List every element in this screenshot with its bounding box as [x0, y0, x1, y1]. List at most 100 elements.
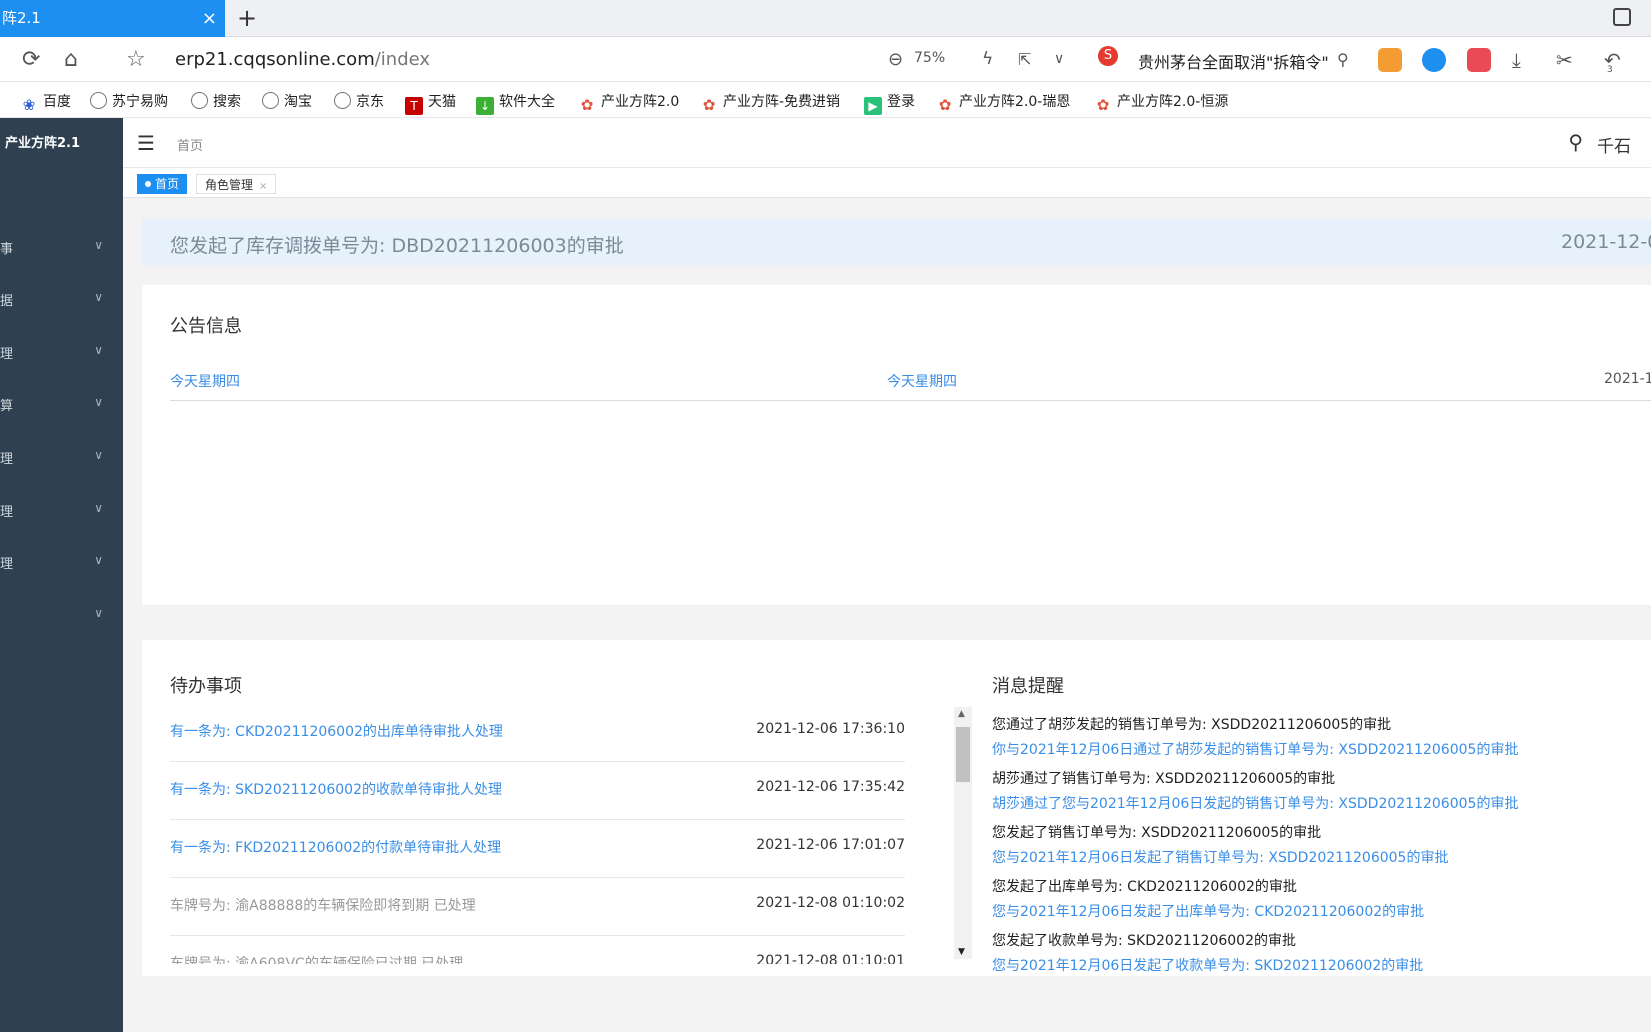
scissors-icon[interactable]: ✂ [1556, 48, 1573, 72]
red-extension-icon[interactable] [1467, 48, 1491, 72]
close-icon[interactable]: × [202, 0, 217, 37]
download-green-icon: ↓ [476, 97, 494, 115]
sidebar-item-4[interactable]: 算 ∨ [0, 395, 123, 419]
announcement-title: 公告信息 [170, 316, 242, 337]
sidebar-item-3[interactable]: 理 ∨ [0, 343, 123, 367]
breadcrumb[interactable]: 首页 [177, 135, 203, 154]
reload-icon[interactable]: ⟳ [22, 47, 40, 72]
sidebar-item-2[interactable]: 据 ∨ [0, 290, 123, 314]
bookmark-cyfz-free[interactable]: ✿ 产业方阵-免费进销 [700, 91, 850, 114]
bookmarks-bar: ❀ 百度 苏宁易购 搜索 淘宝 京东 T 天猫 ↓ 软件大全 ✿ 产业方阵2.0 ✿ 产业… [0, 82, 1651, 118]
download-icon[interactable]: ⤓ [1512, 48, 1521, 72]
chevron-down-icon: ∨ [94, 290, 103, 304]
list-item[interactable]: 您通过了胡莎发起的销售订单号为: XSDD20211206005的审批 你与20… [992, 714, 1518, 759]
infinity-icon[interactable] [1422, 48, 1446, 72]
share-icon[interactable]: ⇱ [1018, 50, 1031, 69]
home-icon[interactable]: ⌂ [64, 47, 78, 72]
bookmark-baidu[interactable]: ❀ 百度 [20, 91, 71, 114]
search-icon[interactable]: ⚲ [1337, 50, 1349, 69]
todo-date: 2021-12-08 01:10:02 [756, 895, 905, 911]
scroll-thumb[interactable] [956, 727, 970, 782]
message-detail[interactable]: 您与2021年12月06日发起了收款单号为: SKD20211206002的审批 [992, 955, 1423, 975]
globe-icon [262, 92, 279, 109]
browser-tab-title: 阵2.1 [2, 9, 41, 27]
list-item[interactable]: 您发起了收款单号为: SKD20211206002的审批 您与2021年12月0… [992, 930, 1423, 975]
gear-red-icon: ✿ [938, 96, 952, 114]
sidebar-item-1[interactable]: 事 ∨ [0, 238, 123, 262]
message-detail[interactable]: 您与2021年12月06日发起了销售订单号为: XSDD20211206005的… [992, 847, 1448, 867]
message-summary: 您发起了销售订单号为: XSDD20211206005的审批 [992, 825, 1322, 841]
sidebar-item-6[interactable]: 理 ∨ [0, 501, 123, 525]
bookmark-cyfz20[interactable]: ✿ 产业方阵2.0 [578, 91, 680, 114]
bookmark-suning[interactable]: 苏宁易购 [90, 91, 168, 111]
gear-red-icon: ✿ [580, 96, 594, 114]
message-detail[interactable]: 您与2021年12月06日发起了出库单号为: CKD20211206002的审批 [992, 901, 1424, 921]
list-item[interactable]: 您发起了出库单号为: CKD20211206002的审批 您与2021年12月0… [992, 876, 1424, 921]
bookmark-taobao[interactable]: 淘宝 [262, 91, 312, 111]
table-row[interactable]: 车牌号为: 渝A608VC的车辆保险已过期 已处理 2021-12-08 01:… [170, 936, 905, 964]
chevron-down-icon[interactable]: ∨ [1054, 51, 1064, 67]
message-detail[interactable]: 胡莎通过了您与2021年12月06日发起的销售订单号为: XSDD2021120… [992, 793, 1518, 813]
user-name[interactable]: 千石 [1597, 132, 1631, 157]
notice-text: 您发起了库存调拨单号为: DBD20211206003的审批 [170, 235, 624, 257]
menu-toggle-icon[interactable]: ☰ [137, 131, 155, 155]
globe-icon [90, 92, 107, 109]
announcement-link[interactable]: 今天星期四 [887, 371, 957, 391]
browser-tab-active[interactable]: 阵2.1 × [0, 0, 225, 37]
bookmark-tmall[interactable]: T 天猫 [405, 91, 456, 115]
star-icon[interactable]: ☆ [126, 47, 146, 72]
todo-date: 2021-12-06 17:01:07 [756, 837, 905, 853]
chevron-down-icon: ∨ [94, 606, 103, 620]
zoom-icon[interactable]: ⊖ [888, 49, 903, 70]
tab-role-management[interactable]: 角色管理 × [196, 174, 277, 194]
bookmark-search[interactable]: 搜索 [191, 91, 241, 111]
todo-date: 2021-12-08 01:10:01 [756, 953, 905, 964]
message-detail[interactable]: 你与2021年12月06日通过了胡莎发起的销售订单号为: XSDD2021120… [992, 739, 1518, 759]
page-tabs: 首页 角色管理 × [123, 168, 1651, 198]
skin-icon[interactable] [1613, 8, 1631, 26]
url-field[interactable]: erp21.cqqsonline.com/index [175, 49, 430, 70]
sidebar-item-7[interactable]: 理 ∨ [0, 553, 123, 577]
table-row[interactable]: 有一条为: SKD20211206002的收款单待审批人处理 2021-12-0… [170, 762, 905, 820]
announcement-link[interactable]: 今天星期四 [170, 371, 240, 391]
game-controller-icon[interactable] [1378, 48, 1402, 72]
sidebar-item-5[interactable]: 理 ∨ [0, 448, 123, 472]
active-dot-icon [145, 181, 151, 187]
table-row[interactable]: 有一条为: FKD20211206002的付款单待审批人处理 2021-12-0… [170, 820, 905, 878]
browser-tabstrip: 阵2.1 × + [0, 0, 1651, 37]
notice-banner[interactable]: 您发起了库存调拨单号为: DBD20211206003的审批 2021-12-0… [142, 219, 1651, 265]
list-item[interactable]: 胡莎通过了销售订单号为: XSDD20211206005的审批 胡莎通过了您与2… [992, 768, 1518, 813]
tab-home[interactable]: 首页 [137, 174, 188, 194]
main-content: ☰ 首页 ⚲ 千石 首页 角色管理 × 您发起了库存调拨单号为: DBD20211… [123, 118, 1651, 1032]
bookmark-cyfz-hengyuan[interactable]: ✿ 产业方阵2.0-恒源 [1094, 91, 1229, 114]
search-news-headline[interactable]: 贵州茅台全面取消"拆箱令" [1138, 49, 1329, 73]
play-green-icon: ▶ [864, 97, 882, 115]
scroll-up-icon[interactable]: ▲ [958, 709, 965, 719]
table-row[interactable]: 车牌号为: 渝A88888的车辆保险即将到期 已处理 2021-12-08 01… [170, 878, 905, 936]
search-icon[interactable]: ⚲ [1568, 130, 1583, 154]
bookmark-login[interactable]: ▶ 登录 [864, 91, 915, 115]
app-topbar: ☰ 首页 ⚲ 千石 [123, 118, 1651, 168]
divider [170, 400, 1651, 401]
todo-text: 有一条为: CKD20211206002的出库单待审批人处理 [170, 724, 503, 740]
app-sidebar: 产业方阵2.1 事 ∨ 据 ∨ 理 ∨ 算 ∨ 理 ∨ 理 ∨ 理 ∨ ∨ [0, 118, 123, 1032]
scroll-down-icon[interactable]: ▼ [958, 947, 965, 957]
app-brand: 产业方阵2.1 [5, 136, 81, 151]
close-icon[interactable]: × [259, 181, 267, 192]
bottom-card: 待办事项 有一条为: CKD20211206002的出库单待审批人处理 2021… [142, 640, 1651, 976]
todo-scrollbar[interactable]: ▲ ▼ [954, 707, 972, 959]
gear-red-icon: ✿ [1096, 96, 1110, 114]
lightning-icon[interactable]: ϟ [982, 49, 993, 69]
message-summary: 您通过了胡莎发起的销售订单号为: XSDD20211206005的审批 [992, 717, 1392, 733]
bookmark-cyfz-ruien[interactable]: ✿ 产业方阵2.0-瑞恩 [936, 91, 1071, 114]
url-path: /index [374, 49, 431, 70]
new-tab-button[interactable]: + [237, 4, 257, 32]
list-item[interactable]: 您发起了销售订单号为: XSDD20211206005的审批 您与2021年12… [992, 822, 1448, 867]
chevron-down-icon: ∨ [94, 501, 103, 515]
sidebar-item-8[interactable]: ∨ [0, 606, 123, 630]
zoom-level[interactable]: 75% [914, 50, 945, 66]
bookmark-software[interactable]: ↓ 软件大全 [476, 91, 555, 115]
bookmark-jd[interactable]: 京东 [334, 91, 384, 111]
table-row[interactable]: 有一条为: CKD20211206002的出库单待审批人处理 2021-12-0… [170, 704, 905, 762]
sogou-search-icon[interactable]: S [1098, 46, 1118, 66]
